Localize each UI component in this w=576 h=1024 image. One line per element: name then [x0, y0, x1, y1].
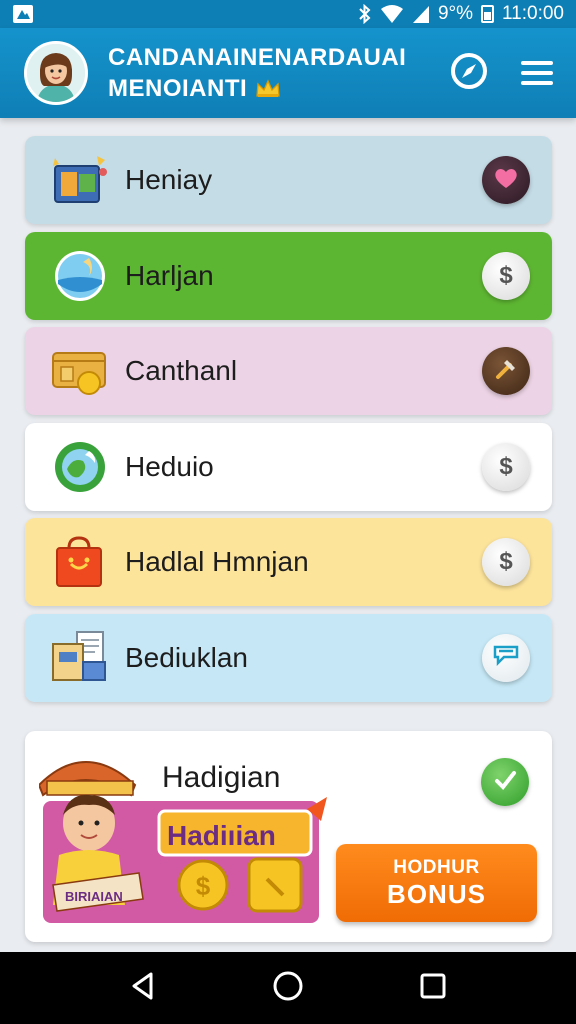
- signal-icon: [412, 4, 430, 24]
- category-list: Heniay Harljan $ Canthanl Heduio $ Hadla…: [25, 136, 552, 709]
- promo-coin-symbol: $: [196, 871, 211, 901]
- compass-icon: [449, 51, 489, 96]
- avatar[interactable]: [24, 41, 88, 105]
- list-item-heduio[interactable]: Heduio $: [25, 422, 552, 511]
- status-bar: 9°% 11:0:00: [0, 0, 576, 28]
- back-icon: [129, 971, 157, 1006]
- list-item-label: Heduio: [125, 450, 214, 482]
- bonus-button-line2: BONUS: [387, 878, 486, 909]
- coin-button[interactable]: $: [482, 251, 530, 300]
- battery-icon: [481, 5, 495, 23]
- bonus-card: Hadiıian BIRIAIAN $ Hadigian HODHUR BONU…: [25, 731, 552, 942]
- app-title-line2: MENOIANTI: [108, 75, 248, 102]
- crown-icon: [255, 78, 281, 99]
- beach-icon: [49, 248, 111, 304]
- compass-button[interactable]: [448, 52, 490, 94]
- coin-button[interactable]: $: [482, 442, 530, 491]
- list-item-label: Hadlal Hmnjan: [125, 546, 309, 577]
- bonus-button-line1: HODHUR: [393, 856, 480, 878]
- list-item-label: Canthanl: [125, 355, 238, 386]
- back-button[interactable]: [115, 960, 171, 1016]
- promo-scroll-text: BIRIAIAN: [65, 889, 123, 904]
- app-title-line1: CANDANAINENARDAUAI: [108, 44, 407, 71]
- battery-percent: 9°%: [437, 3, 474, 24]
- app-header: CANDANAINENARDAUAI MENOIANTI: [0, 28, 576, 118]
- list-item-heniay[interactable]: Heniay: [25, 136, 552, 224]
- menu-bar-3: [521, 81, 553, 85]
- wallet-icon: [49, 343, 111, 399]
- tools-icon: [493, 356, 519, 387]
- app-notification-icon: [12, 4, 34, 24]
- menu-button[interactable]: [516, 52, 558, 94]
- list-item-hadlal-hmnjan[interactable]: Hadlal Hmnjan $: [25, 518, 552, 606]
- recents-button[interactable]: [405, 960, 461, 1016]
- globe-icon: [49, 439, 111, 495]
- dollar-icon: $: [499, 548, 513, 575]
- menu-bar-2: [521, 71, 553, 75]
- favorite-button[interactable]: [482, 156, 530, 204]
- system-nav-bar: [0, 952, 576, 1024]
- list-item-canthanl[interactable]: Canthanl: [25, 327, 552, 415]
- list-item-label: Harljan: [125, 259, 214, 291]
- promo-banner-text: Hadiıian: [167, 820, 276, 851]
- menu-bar-1: [521, 61, 553, 65]
- list-item-harljan[interactable]: Harljan $: [25, 231, 552, 320]
- dollar-icon: $: [499, 452, 513, 480]
- heart-icon: [493, 166, 519, 195]
- bluetooth-icon: [358, 4, 372, 24]
- home-icon: [272, 970, 304, 1007]
- bonus-button[interactable]: HODHUR BONUS: [336, 844, 537, 922]
- check-icon: [492, 767, 518, 798]
- recents-icon: [419, 972, 447, 1005]
- gift-bag-icon: [49, 534, 111, 590]
- coin-button[interactable]: $: [482, 538, 530, 586]
- wifi-icon: [380, 4, 404, 24]
- bonus-title: Hadigian: [162, 761, 281, 794]
- confirm-button[interactable]: [481, 758, 529, 806]
- list-item-label: Heniay: [125, 164, 213, 195]
- toys-icon: [49, 152, 111, 208]
- dollar-icon: $: [499, 261, 513, 289]
- chat-icon: [492, 643, 520, 672]
- chat-button[interactable]: [482, 633, 530, 682]
- list-item-label: Bediuklan: [125, 641, 248, 673]
- tools-button[interactable]: [482, 347, 530, 395]
- list-item-bediuklan[interactable]: Bediuklan: [25, 613, 552, 702]
- clock: 11:0:00: [502, 3, 564, 24]
- app-title: CANDANAINENARDAUAI MENOIANTI: [108, 42, 406, 104]
- documents-icon: [49, 630, 111, 686]
- home-button[interactable]: [260, 960, 316, 1016]
